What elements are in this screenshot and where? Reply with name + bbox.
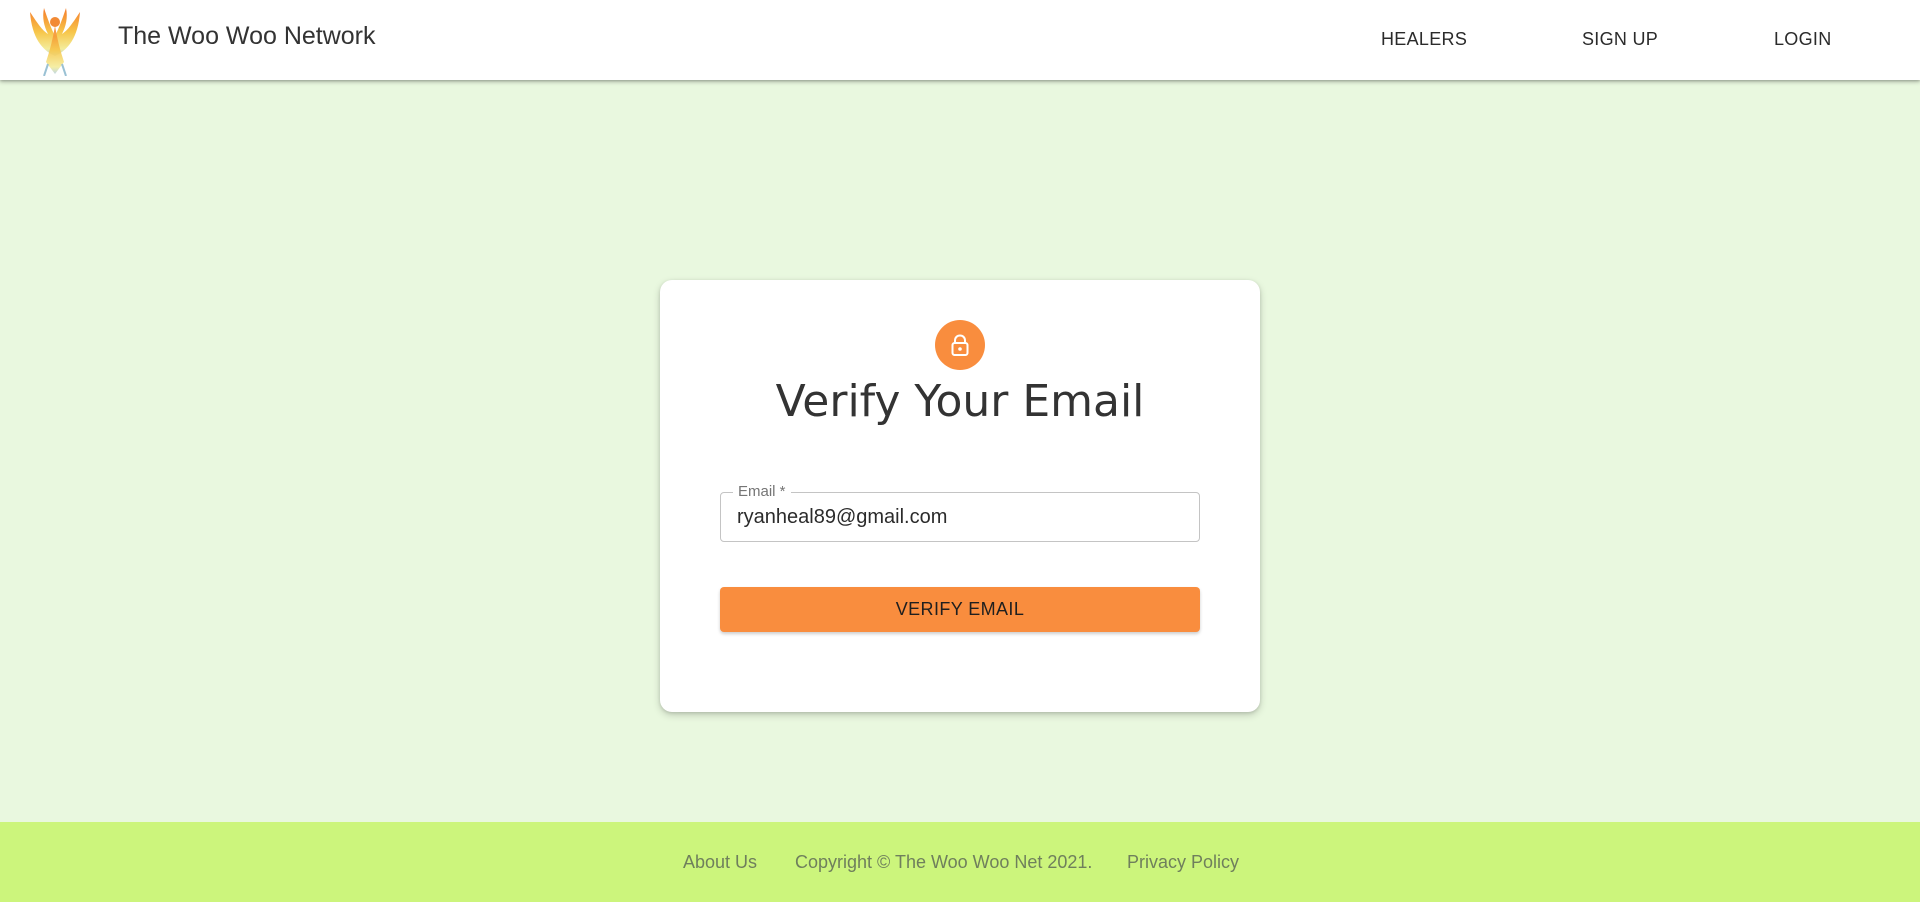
verify-email-button[interactable]: VERIFY EMAIL [720,587,1200,632]
app-header: The Woo Woo Network HEALERS SIGN UP LOGI… [0,0,1920,80]
privacy-policy-link[interactable]: Privacy Policy [1127,852,1239,873]
email-input[interactable] [737,493,1187,541]
app-footer: About Us Copyright © The Woo Woo Net 202… [0,822,1920,902]
page-title: Verify Your Email [775,376,1145,427]
lock-icon [935,320,985,370]
verify-email-card: Verify Your Email Email * VERIFY EMAIL [660,280,1260,712]
main-content: Verify Your Email Email * VERIFY EMAIL [0,80,1920,822]
email-field: Email * [720,483,1200,542]
nav-signup-link[interactable]: SIGN UP [1582,29,1658,50]
nav-login-link[interactable]: LOGIN [1774,29,1832,50]
phoenix-logo-icon[interactable] [28,4,82,77]
nav-healers-link[interactable]: HEALERS [1381,29,1467,50]
copyright-text: Copyright © The Woo Woo Net 2021. [795,852,1093,872]
brand-title[interactable]: The Woo Woo Network [118,22,376,51]
about-us-link[interactable]: About Us [683,852,757,873]
